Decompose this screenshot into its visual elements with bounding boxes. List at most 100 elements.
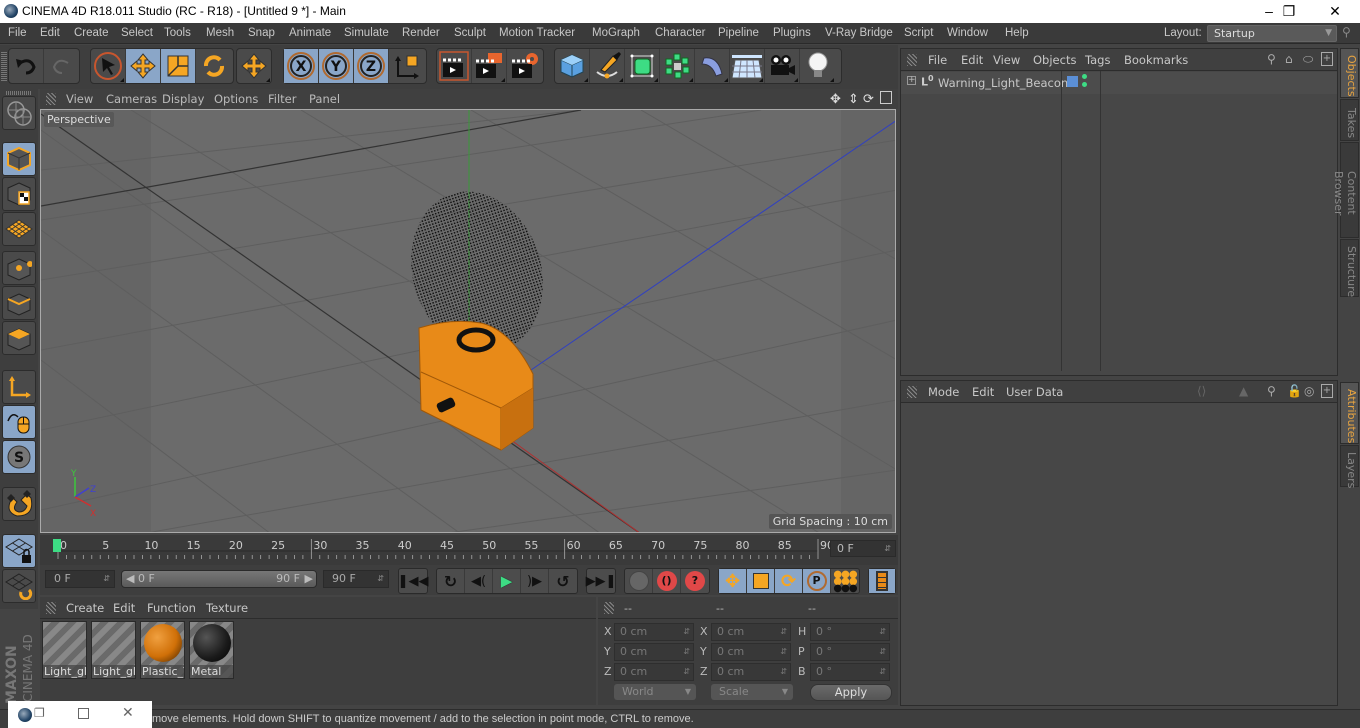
make-editable-button[interactable] — [2, 96, 36, 130]
go-to-start-button[interactable]: ❚◀◀ — [398, 569, 429, 593]
toolbar-grip[interactable] — [1, 51, 7, 81]
objects-menu-view[interactable]: View — [993, 53, 1020, 67]
size-x-field[interactable]: 0 cm ⇵ — [711, 623, 791, 641]
size-y-field[interactable]: 0 cm ⇵ — [711, 643, 791, 661]
pen-button[interactable] — [590, 49, 625, 83]
current-frame-field[interactable]: 0 F ⇵ — [830, 540, 896, 557]
close-icon[interactable]: ✕ — [122, 705, 134, 721]
tab-takes[interactable]: Takes — [1340, 99, 1359, 141]
move-tool-button[interactable] — [126, 49, 161, 83]
rotation-track-button[interactable]: ⟳ — [775, 569, 803, 593]
viewport-menu-cameras[interactable]: Cameras — [106, 92, 157, 106]
up-arrow-icon[interactable]: ▲ — [1239, 384, 1248, 398]
material-menu-texture[interactable]: Texture — [206, 601, 248, 615]
object-manager-grip[interactable] — [907, 54, 917, 66]
keyframe-selection-button[interactable]: ? — [681, 569, 709, 593]
tab-layers[interactable]: Layers — [1340, 445, 1359, 488]
toggle-view-icon[interactable] — [880, 91, 892, 104]
cube-button[interactable] — [555, 49, 590, 83]
rotation-b-field[interactable]: 0 ° ⇵ — [810, 663, 890, 681]
coordinates-grip[interactable] — [604, 602, 614, 614]
viewport-grip[interactable] — [46, 93, 56, 105]
menu-motion-tracker[interactable]: Motion Tracker — [499, 27, 575, 39]
objects-menu-objects[interactable]: Objects — [1033, 53, 1076, 67]
editor-visibility-dot[interactable] — [1082, 74, 1087, 79]
back-arrow-icon[interactable]: ⟨⟩ — [1197, 384, 1206, 398]
bend-deformer-button[interactable] — [695, 49, 730, 83]
menu-plugins[interactable]: Plugins — [773, 27, 811, 39]
menu-render[interactable]: Render — [402, 27, 440, 39]
timeline-ruler[interactable]: 0 5 10 15 20 25 30 35 40 45 50 55 60 65 70 75 80 85 90 — [40, 535, 898, 565]
point-level-button[interactable]: ●●● ●●● ●●● — [831, 569, 859, 593]
live-selection-button[interactable] — [91, 49, 126, 83]
objects-menu-tags[interactable]: Tags — [1085, 53, 1110, 67]
viewport-menu-view[interactable]: View — [66, 92, 93, 106]
end-frame-field[interactable]: 90 F ⇵ — [323, 570, 389, 588]
position-x-field[interactable]: 0 cm ⇵ — [614, 623, 694, 641]
camera-button[interactable] — [765, 49, 800, 83]
home-icon[interactable]: ⌂ — [1285, 52, 1293, 66]
render-picture-viewer-button[interactable] — [472, 49, 507, 83]
align-workplane-button[interactable] — [2, 569, 36, 603]
lock-icon[interactable]: 🔓 — [1287, 384, 1302, 398]
recent-move-button[interactable] — [237, 49, 271, 83]
menu-snap[interactable]: Snap — [248, 27, 275, 39]
rotate-view-icon[interactable]: ⟳ — [863, 92, 874, 107]
tab-objects[interactable]: Objects — [1340, 48, 1359, 98]
tab-structure[interactable]: Structure — [1340, 239, 1359, 297]
attributes-menu-mode[interactable]: Mode — [928, 385, 959, 399]
menu-character[interactable]: Character — [655, 27, 706, 39]
maximize-icon[interactable] — [78, 708, 89, 719]
position-y-field[interactable]: 0 cm ⇵ — [614, 643, 694, 661]
next-frame-button[interactable]: )▶ — [521, 569, 549, 593]
coordinate-mode-select[interactable]: World ▼ — [614, 684, 696, 700]
stepper-icon[interactable]: ⇵ — [884, 541, 891, 556]
menu-simulate[interactable]: Simulate — [344, 27, 389, 39]
edges-mode-button[interactable] — [2, 286, 36, 320]
x-axis-lock-button[interactable]: X — [284, 49, 319, 83]
search-icon[interactable]: ⚲ — [1267, 52, 1276, 66]
objects-menu-bookmarks[interactable]: Bookmarks — [1124, 53, 1188, 67]
z-axis-lock-button[interactable]: Z — [354, 49, 389, 83]
menu-select[interactable]: Select — [121, 27, 153, 39]
lock-workplane-button[interactable] — [2, 534, 36, 568]
rotation-h-field[interactable]: 0 ° ⇵ — [810, 623, 890, 641]
workplane-mode-button[interactable] — [2, 212, 36, 246]
undo-button[interactable] — [9, 49, 44, 83]
start-frame-field[interactable]: 0 F ⇵ — [45, 570, 115, 588]
timeline-window-button[interactable] — [869, 569, 895, 593]
objects-menu-edit[interactable]: Edit — [961, 53, 983, 67]
object-row[interactable]: + L0 Warning_Light_Beacon — [901, 71, 1337, 371]
tab-attributes[interactable]: Attributes — [1340, 382, 1359, 444]
subdivision-surface-button[interactable] — [625, 49, 660, 83]
viewport-menu-filter[interactable]: Filter — [268, 92, 296, 106]
restore-icon[interactable]: ❐ — [34, 706, 45, 720]
preview-range-slider[interactable]: ◀ 0 F 90 F ▶ — [121, 570, 317, 588]
light-button[interactable] — [800, 49, 835, 83]
menu-edit[interactable]: Edit — [40, 27, 60, 39]
material-menu-function[interactable]: Function — [147, 601, 196, 615]
material-menu-create[interactable]: Create — [66, 601, 104, 615]
arrow-right-icon[interactable]: ▶ — [305, 571, 313, 587]
polygons-mode-button[interactable] — [2, 321, 36, 355]
previous-key-button[interactable]: ↻ — [437, 569, 465, 593]
menu-pipeline[interactable]: Pipeline — [718, 27, 759, 39]
position-z-field[interactable]: 0 cm ⇵ — [614, 663, 694, 681]
stepper-icon[interactable]: ⇵ — [377, 571, 384, 587]
record-button[interactable]: () — [653, 569, 681, 593]
render-visibility-dot[interactable] — [1082, 82, 1087, 87]
material-swatch[interactable]: Plastic_Y — [140, 621, 185, 679]
menu-create[interactable]: Create — [74, 27, 109, 39]
parameter-track-button[interactable]: P — [803, 569, 831, 593]
target-icon[interactable]: ◎ — [1304, 384, 1314, 398]
menu-mesh[interactable]: Mesh — [206, 27, 234, 39]
material-grip[interactable] — [46, 602, 56, 614]
texture-mode-button[interactable] — [2, 177, 36, 211]
scale-tool-button[interactable] — [161, 49, 196, 83]
attribute-manager-grip[interactable] — [907, 386, 917, 398]
rotation-p-field[interactable]: 0 ° ⇵ — [810, 643, 890, 661]
size-z-field[interactable]: 0 cm ⇵ — [711, 663, 791, 681]
menu-tools[interactable]: Tools — [164, 27, 191, 39]
apply-button[interactable]: Apply — [810, 684, 892, 701]
move-view-icon[interactable]: ✥ — [830, 92, 841, 107]
